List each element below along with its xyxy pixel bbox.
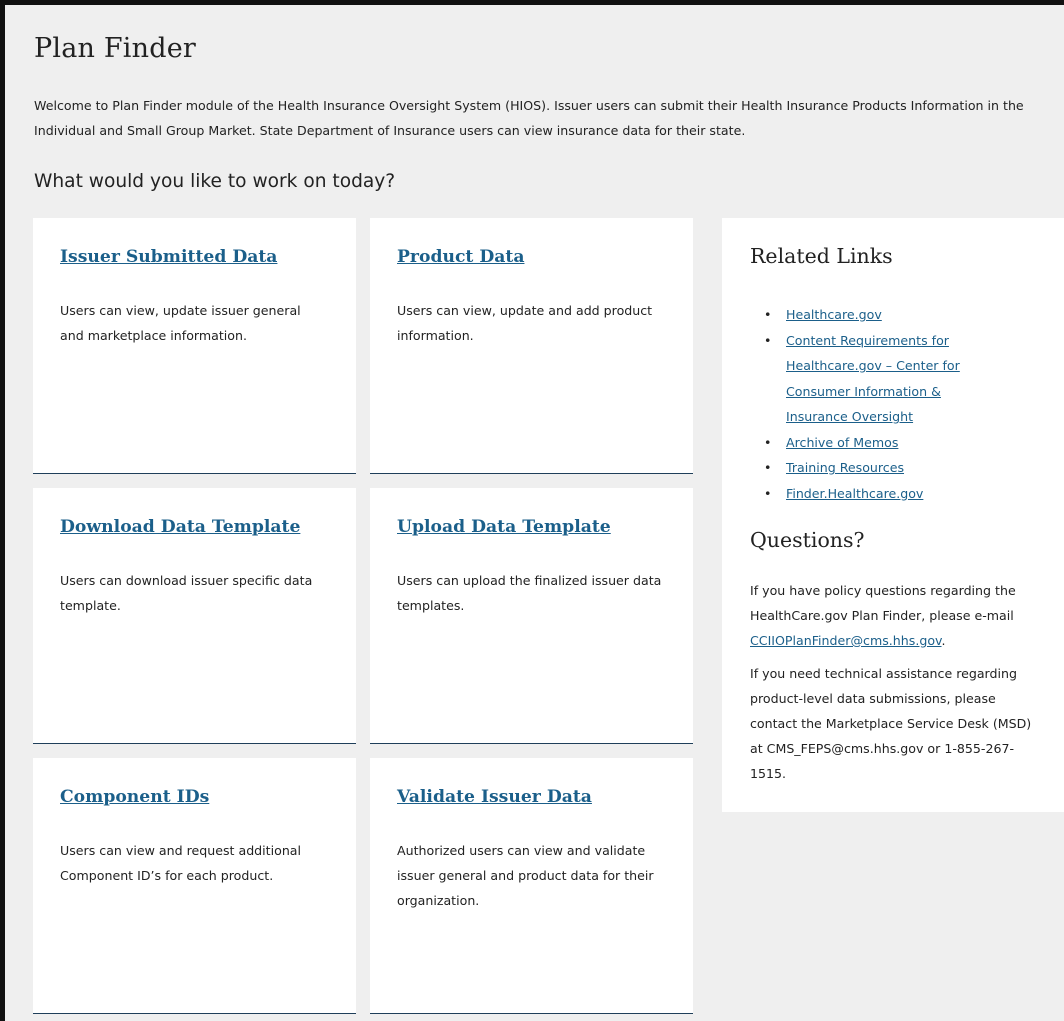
list-item: Healthcare.gov xyxy=(764,302,1004,328)
validate-issuer-data-link[interactable]: Validate Issuer Data xyxy=(397,787,592,807)
card-description: Users can upload the finalized issuer da… xyxy=(397,573,662,613)
healthcare-gov-link[interactable]: Healthcare.gov xyxy=(786,307,882,322)
issuer-submitted-data-link[interactable]: Issuer Submitted Data xyxy=(60,247,277,267)
download-data-template-link[interactable]: Download Data Template xyxy=(60,517,300,537)
sidebar-panel: Related Links Healthcare.gov Content Req… xyxy=(722,218,1064,812)
policy-questions-text: If you have policy questions regarding t… xyxy=(750,578,1040,653)
policy-questions-body: If you have policy questions regarding t… xyxy=(750,583,1016,623)
card-description: Authorized users can view and validate i… xyxy=(397,843,654,908)
page-frame: Plan Finder Welcome to Plan Finder modul… xyxy=(0,0,1064,1021)
product-data-link[interactable]: Product Data xyxy=(397,247,524,267)
training-resources-link[interactable]: Training Resources xyxy=(786,460,904,475)
card-product-data: Product Data Users can view, update and … xyxy=(370,218,693,474)
list-item: Content Requirements for Healthcare.gov … xyxy=(764,328,1004,430)
card-download-data-template: Download Data Template Users can downloa… xyxy=(33,488,356,744)
list-item: Archive of Memos xyxy=(764,430,1004,456)
section-prompt: What would you like to work on today? xyxy=(34,171,396,192)
component-ids-link[interactable]: Component IDs xyxy=(60,787,209,807)
technical-assistance-text: If you need technical assistance regardi… xyxy=(750,666,1032,781)
card-validate-issuer-data: Validate Issuer Data Authorized users ca… xyxy=(370,758,693,1014)
related-links-heading: Related Links xyxy=(750,244,893,268)
policy-questions-end: . xyxy=(941,633,946,648)
card-issuer-submitted-data: Issuer Submitted Data Users can view, up… xyxy=(33,218,356,474)
page-title: Plan Finder xyxy=(34,33,196,64)
card-component-ids: Component IDs Users can view and request… xyxy=(33,758,356,1014)
list-item: Training Resources xyxy=(764,455,1004,481)
card-upload-data-template: Upload Data Template Users can upload th… xyxy=(370,488,693,744)
card-description: Users can download issuer specific data … xyxy=(60,573,313,613)
related-links-list: Healthcare.gov Content Requirements for … xyxy=(764,302,1004,506)
plan-finder-email-link[interactable]: CCIIOPlanFinder@cms.hhs.gov xyxy=(750,633,942,648)
card-description: Users can view, update issuer general an… xyxy=(60,303,301,343)
finder-healthcare-gov-link[interactable]: Finder.Healthcare.gov xyxy=(786,486,923,501)
intro-text: Welcome to Plan Finder module of the Hea… xyxy=(34,98,1024,138)
list-item: Finder.Healthcare.gov xyxy=(764,481,1004,507)
questions-heading: Questions? xyxy=(750,528,865,552)
card-description: Users can view, update and add product i… xyxy=(397,303,653,343)
content-requirements-link[interactable]: Content Requirements for Healthcare.gov … xyxy=(786,333,960,425)
card-description: Users can view and request additional Co… xyxy=(60,843,302,883)
upload-data-template-link[interactable]: Upload Data Template xyxy=(397,517,611,537)
archive-of-memos-link[interactable]: Archive of Memos xyxy=(786,435,898,450)
